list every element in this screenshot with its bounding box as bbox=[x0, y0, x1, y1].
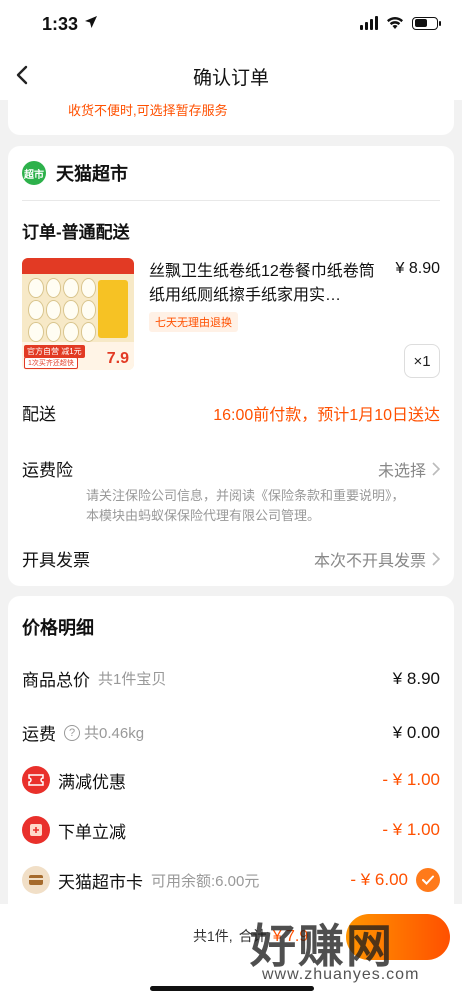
price-detail-card: 价格明细 商品总价 共1件宝贝 ¥ 8.90 运费 ? 共0.46kg ¥ 0.… bbox=[8, 596, 454, 916]
shipping-fee-value: ¥ 0.00 bbox=[392, 722, 440, 742]
battery-icon bbox=[412, 16, 441, 30]
shop-name: 天猫超市 bbox=[56, 164, 128, 184]
tmall-card-value-wrap: - ¥ 6.00 bbox=[350, 868, 440, 892]
tissue-package-graphic bbox=[98, 280, 128, 338]
shop-header[interactable]: 超市 天猫超市 bbox=[22, 160, 128, 186]
thumb-price: 7.9 bbox=[106, 350, 129, 367]
chevron-right-icon bbox=[432, 551, 440, 566]
full-reduction-row[interactable]: 满减优惠 - ¥ 1.00 bbox=[22, 766, 440, 794]
product-thumbnail[interactable]: 官方自营 减1元 1次买齐还超快 7.9 bbox=[22, 258, 134, 370]
invoice-label: 开具发票 bbox=[22, 551, 90, 570]
goods-total-row: 商品总价 共1件宝贝 ¥ 8.90 bbox=[22, 666, 440, 691]
shipping-insurance-row[interactable]: 运费险 未选择 bbox=[22, 456, 440, 481]
insurance-disclaimer: 请关注保险公司信息，并阅读《保险条款和重要说明》，本模块由蚂蚁保保险代理有限公司… bbox=[86, 488, 405, 523]
delivery-type-title: 订单-普通配送 bbox=[22, 223, 130, 242]
signal-icon bbox=[360, 16, 378, 30]
home-indicator bbox=[150, 986, 314, 991]
tissue-rolls-graphic bbox=[28, 278, 96, 342]
location-arrow-icon bbox=[85, 16, 97, 28]
tmall-card-label: 天猫超市卡 bbox=[58, 872, 143, 892]
order-reduction-row[interactable]: 下单立减 - ¥ 1.00 bbox=[22, 816, 440, 844]
delivery-row: 配送 16:00前付款，预计1月10日送达 bbox=[22, 400, 440, 425]
tmall-card-label-wrap: 天猫超市卡 可用余额:6.00元 bbox=[22, 866, 259, 894]
product-price: ¥ 8.90 bbox=[395, 260, 440, 277]
full-reduction-value: - ¥ 1.00 bbox=[382, 770, 440, 789]
delivery-label: 配送 bbox=[22, 405, 56, 424]
wifi-icon bbox=[387, 17, 403, 29]
product-title[interactable]: 丝飘卫生纸卷纸12卷餐巾纸卷筒纸用纸厕纸擦手纸家用实… bbox=[149, 260, 381, 308]
shipping-insurance-value-wrap: 未选择 bbox=[378, 457, 440, 481]
goods-total-value: ¥ 8.90 bbox=[392, 668, 440, 688]
order-card: 超市 天猫超市 订单-普通配送 官方自营 减1元 1次买齐还超快 7.9 丝飘卫… bbox=[8, 146, 454, 586]
coupon-ticket-icon bbox=[22, 766, 50, 794]
delivery-estimate: 16:00前付款，预计1月10日送达 bbox=[213, 406, 440, 424]
shipping-weight-wrap[interactable]: ? 共0.46kg bbox=[64, 722, 144, 743]
quantity-stepper[interactable]: ×1 bbox=[404, 344, 440, 378]
shipping-insurance-label: 运费险 bbox=[22, 461, 73, 480]
checkmark-icon[interactable] bbox=[416, 868, 440, 892]
status-time: 1:33 bbox=[42, 14, 79, 34]
page-title: 确认订单 bbox=[192, 68, 269, 89]
status-bar: 1:33 bbox=[0, 0, 462, 50]
order-reduction-label: 下单立减 bbox=[58, 822, 126, 842]
status-indicators bbox=[360, 16, 441, 30]
invoice-value: 本次不开具发票 bbox=[313, 552, 426, 570]
goods-total-count: 共1件宝贝 bbox=[98, 671, 167, 688]
shipping-fee-label-wrap: 运费 ? 共0.46kg bbox=[22, 720, 144, 745]
thumb-fast-tag: 1次买齐还超快 bbox=[24, 357, 78, 369]
item-count: 共1件, bbox=[193, 928, 233, 944]
invoice-value-wrap: 本次不开具发票 bbox=[314, 547, 440, 571]
address-storage-note[interactable]: 收货不便时,可选择暂存服务 bbox=[68, 100, 228, 119]
full-reduction-label-wrap: 满减优惠 bbox=[22, 766, 126, 794]
thumb-banner bbox=[22, 258, 134, 274]
goods-total-label: 商品总价 bbox=[22, 671, 90, 690]
shipping-fee-row: 运费 ? 共0.46kg ¥ 0.00 bbox=[22, 720, 440, 745]
price-detail-title: 价格明细 bbox=[22, 618, 94, 638]
shipping-weight: 共0.46kg bbox=[84, 725, 145, 742]
shipping-fee-label: 运费 bbox=[22, 725, 56, 744]
watermark-url: www.zhuanyes.com bbox=[262, 966, 420, 983]
tmall-card-value: - ¥ 6.00 bbox=[350, 870, 408, 889]
chevron-right-icon bbox=[432, 461, 440, 476]
shipping-insurance-value: 未选择 bbox=[377, 462, 426, 480]
tmall-supermarket-logo: 超市 bbox=[22, 161, 46, 185]
divider bbox=[22, 200, 440, 201]
tmall-card-balance: 可用余额:6.00元 bbox=[151, 872, 260, 890]
order-reduction-value: - ¥ 1.00 bbox=[382, 820, 440, 839]
instant-discount-icon bbox=[22, 816, 50, 844]
order-reduction-label-wrap: 下单立减 bbox=[22, 816, 126, 844]
address-card[interactable]: 收货不便时,可选择暂存服务 bbox=[8, 92, 454, 135]
gift-card-icon bbox=[22, 866, 50, 894]
invoice-row[interactable]: 开具发票 本次不开具发票 bbox=[22, 546, 440, 571]
tmall-card-row[interactable]: 天猫超市卡 可用余额:6.00元 - ¥ 6.00 bbox=[22, 866, 440, 894]
full-reduction-label: 满减优惠 bbox=[58, 772, 126, 792]
goods-total-label-wrap: 商品总价 共1件宝贝 bbox=[22, 666, 166, 691]
return-policy-badge: 七天无理由退换 bbox=[149, 312, 238, 332]
help-icon[interactable]: ? bbox=[64, 724, 80, 741]
